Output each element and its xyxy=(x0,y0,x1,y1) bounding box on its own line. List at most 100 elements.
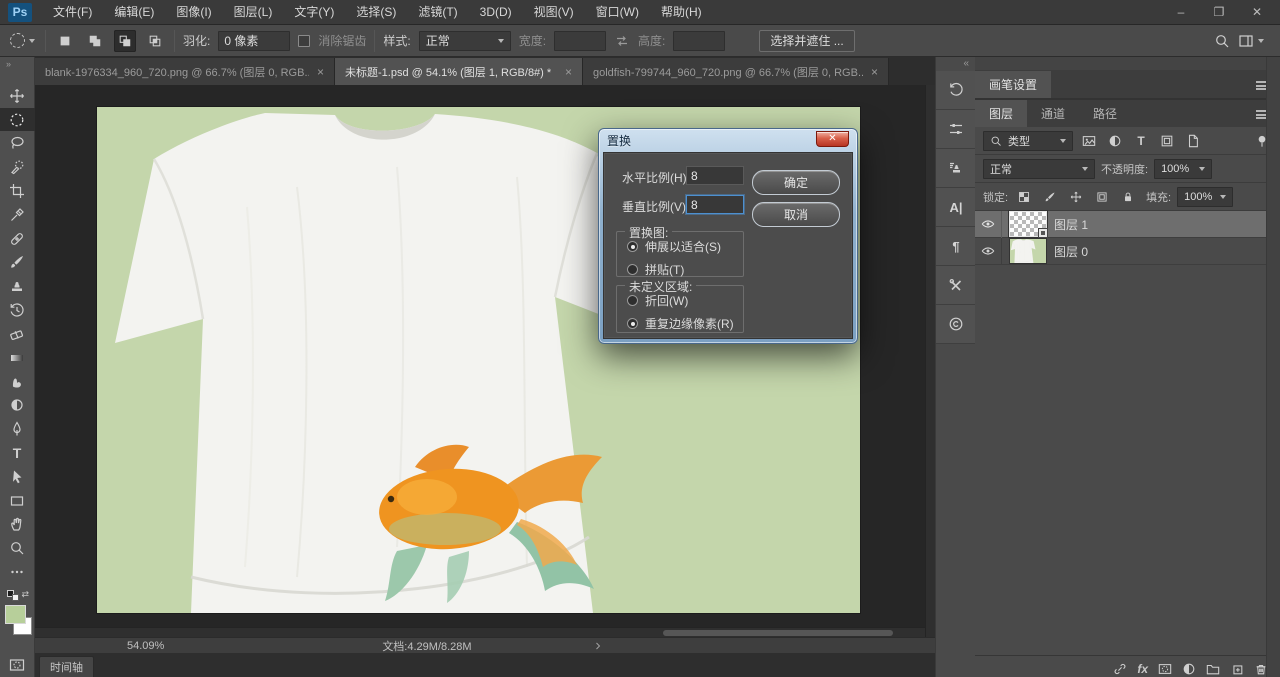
close-icon[interactable]: × xyxy=(317,65,324,79)
history-brush-tool[interactable] xyxy=(0,298,35,322)
layer-thumbnail[interactable] xyxy=(1010,239,1046,263)
style-select[interactable]: 正常 xyxy=(418,30,511,51)
search-icon[interactable] xyxy=(1214,33,1230,49)
history-panel-button[interactable] xyxy=(936,71,976,110)
add-to-selection-button[interactable] xyxy=(84,30,106,52)
gradient-tool[interactable] xyxy=(0,346,35,370)
rectangle-tool[interactable] xyxy=(0,489,35,513)
lock-artboard-icon[interactable] xyxy=(1092,188,1112,206)
zoom-level-field[interactable]: 54.09% xyxy=(127,640,164,652)
link-layers-icon[interactable] xyxy=(1113,662,1127,676)
layer-visibility-toggle[interactable] xyxy=(975,237,1002,265)
layer-style-fx-icon[interactable]: fx xyxy=(1137,662,1148,676)
filter-type-layers-icon[interactable]: T xyxy=(1131,132,1151,150)
expand-panels-icon[interactable]: « xyxy=(936,57,975,71)
close-button[interactable]: ✕ xyxy=(1240,2,1274,22)
new-group-icon[interactable] xyxy=(1206,662,1220,676)
tab-paths[interactable]: 路径 xyxy=(1079,100,1131,127)
add-layer-mask-icon[interactable] xyxy=(1158,662,1172,676)
pen-tool[interactable] xyxy=(0,417,35,441)
layer-row-1[interactable]: 图层 1 xyxy=(975,210,1280,238)
quick-selection-tool[interactable] xyxy=(0,155,35,179)
layer-visibility-toggle[interactable] xyxy=(975,210,1002,238)
new-layer-icon[interactable] xyxy=(1230,662,1244,676)
timeline-tab[interactable]: 时间轴 xyxy=(39,656,94,677)
fill-select[interactable]: 100% xyxy=(1177,186,1234,207)
restore-button[interactable]: ❐ xyxy=(1202,2,1236,22)
status-options-chevron-icon[interactable] xyxy=(592,640,604,652)
menu-help[interactable]: 帮助(H) xyxy=(650,0,713,25)
feather-input[interactable]: 0 像素 xyxy=(218,30,291,51)
brushes-panel-button[interactable] xyxy=(936,110,976,149)
character-panel-button[interactable]: A| xyxy=(936,188,976,227)
menu-select[interactable]: 选择(S) xyxy=(345,0,407,25)
brush-tool[interactable] xyxy=(0,250,35,274)
dialog-titlebar[interactable]: 置换 ✕ xyxy=(599,129,857,152)
lasso-tool[interactable] xyxy=(0,131,35,155)
layer-row-0[interactable]: 图层 0 xyxy=(975,237,1280,265)
swap-colors-icon[interactable]: ⇄ xyxy=(22,589,30,600)
type-tool[interactable]: T xyxy=(0,441,35,465)
dialog-close-button[interactable]: ✕ xyxy=(816,130,849,147)
hand-tool[interactable] xyxy=(0,512,35,536)
close-icon[interactable]: × xyxy=(871,65,878,79)
layer-name[interactable]: 图层 1 xyxy=(1054,216,1088,233)
filter-pixel-layers-icon[interactable] xyxy=(1079,132,1099,150)
tool-preset-picker[interactable] xyxy=(8,33,37,48)
antialias-checkbox[interactable] xyxy=(298,34,311,47)
menu-view[interactable]: 视图(V) xyxy=(523,0,585,25)
tool-presets-panel-button[interactable] xyxy=(936,266,976,305)
tab-brush-settings[interactable]: 画笔设置 xyxy=(975,71,1052,98)
zoom-tool[interactable] xyxy=(0,536,35,560)
dodge-tool[interactable] xyxy=(0,393,35,417)
tab-blank-png[interactable]: blank-1976334_960_720.png @ 66.7% (图层 0,… xyxy=(35,58,335,85)
menu-type[interactable]: 文字(Y) xyxy=(283,0,345,25)
layer-thumbnail[interactable] xyxy=(1010,212,1048,238)
close-icon[interactable]: × xyxy=(565,65,572,79)
path-selection-tool[interactable] xyxy=(0,465,35,489)
lock-transparency-icon[interactable] xyxy=(1014,188,1034,206)
menu-file[interactable]: 文件(F) xyxy=(42,0,103,25)
menu-edit[interactable]: 编辑(E) xyxy=(103,0,165,25)
paragraph-panel-button[interactable]: ¶ xyxy=(936,227,976,266)
radio-repeat-edge-pixels[interactable]: 重复边缘像素(R) xyxy=(627,315,743,332)
filter-smart-objects-icon[interactable] xyxy=(1183,132,1203,150)
height-input[interactable] xyxy=(673,30,726,51)
crop-tool[interactable] xyxy=(0,179,35,203)
new-selection-button[interactable] xyxy=(54,30,76,52)
vertical-scale-input[interactable] xyxy=(686,195,744,214)
clone-source-panel-button[interactable] xyxy=(936,149,976,188)
width-input[interactable] xyxy=(554,30,607,51)
cancel-button[interactable]: 取消 xyxy=(752,202,840,227)
lock-position-icon[interactable] xyxy=(1066,188,1086,206)
eyedropper-tool[interactable] xyxy=(0,203,35,227)
menu-filter[interactable]: 滤镜(T) xyxy=(407,0,468,25)
filter-type-select[interactable]: 类型 xyxy=(983,130,1073,151)
menu-3d[interactable]: 3D(D) xyxy=(469,0,523,25)
eraser-tool[interactable] xyxy=(0,322,35,346)
subtract-from-selection-button[interactable] xyxy=(114,29,136,52)
ok-button[interactable]: 确定 xyxy=(752,170,840,195)
opacity-select[interactable]: 100% xyxy=(1154,158,1213,179)
filter-adjustment-layers-icon[interactable] xyxy=(1105,132,1125,150)
intersect-selection-button[interactable] xyxy=(144,30,166,52)
blend-mode-select[interactable]: 正常 xyxy=(983,158,1095,179)
radio-tile[interactable]: 拼贴(T) xyxy=(627,261,743,278)
menu-image[interactable]: 图像(I) xyxy=(165,0,222,25)
cc-libraries-panel-button[interactable] xyxy=(936,305,976,344)
select-and-mask-button[interactable]: 选择并遮住 ... xyxy=(759,29,855,52)
layer-name[interactable]: 图层 0 xyxy=(1054,243,1088,260)
collapse-tools-icon[interactable]: » xyxy=(0,57,34,72)
lock-all-icon[interactable] xyxy=(1118,188,1138,206)
tab-channels[interactable]: 通道 xyxy=(1027,100,1079,127)
tab-untitled-psd[interactable]: 未标题-1.psd @ 54.1% (图层 1, RGB/8#) * × xyxy=(335,58,583,85)
minimize-button[interactable]: – xyxy=(1164,2,1198,22)
elliptical-marquee-tool[interactable] xyxy=(0,107,35,132)
menu-layer[interactable]: 图层(L) xyxy=(223,0,284,25)
horizontal-scale-input[interactable] xyxy=(686,166,744,185)
move-tool[interactable] xyxy=(0,84,35,108)
vertical-scrollbar[interactable] xyxy=(925,85,935,637)
menu-window[interactable]: 窗口(W) xyxy=(585,0,650,25)
smudge-tool[interactable] xyxy=(0,370,35,394)
foreground-color-swatch[interactable] xyxy=(4,605,26,625)
